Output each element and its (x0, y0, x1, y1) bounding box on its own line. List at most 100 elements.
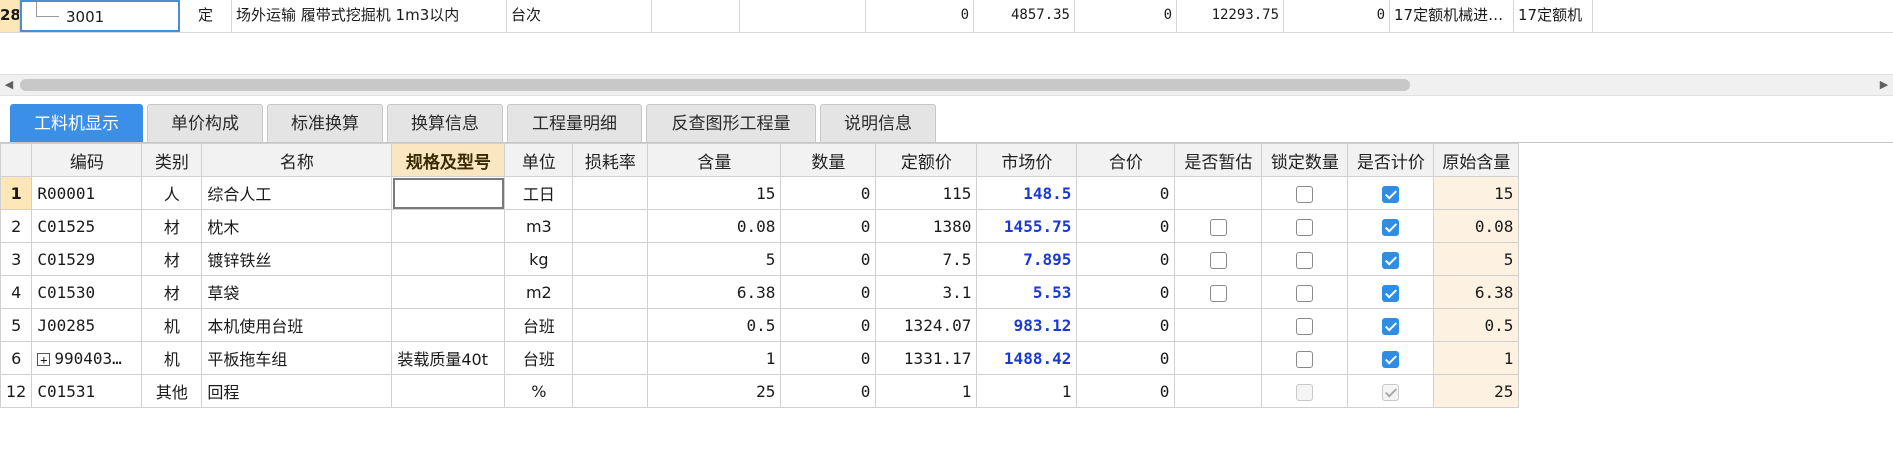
total-price-cell[interactable]: 0 (1076, 308, 1176, 342)
tab-standard-conversion[interactable]: 标准换算 (267, 104, 383, 142)
market-price-cell[interactable]: 1488.42 (976, 341, 1078, 375)
is-priced-checkbox[interactable] (1382, 284, 1400, 302)
name-cell[interactable]: 平板拖车组 (201, 341, 393, 375)
lock-quantity-checkbox[interactable] (1296, 185, 1314, 203)
category-cell[interactable]: 材 (141, 242, 203, 276)
quantity-cell[interactable]: 0 (780, 275, 877, 309)
unit-cell[interactable]: % (504, 374, 574, 408)
total-price-cell[interactable]: 0 (1076, 176, 1176, 210)
market-price-cell[interactable]: 5.53 (976, 275, 1078, 309)
content-cell[interactable]: 15 (647, 176, 782, 210)
content-cell[interactable]: 1 (647, 341, 782, 375)
spec-cell[interactable] (391, 176, 506, 210)
lock-quantity-cell[interactable] (1261, 209, 1349, 243)
blank-cell-1[interactable] (652, 0, 740, 32)
tab-description-info[interactable]: 说明信息 (820, 104, 936, 142)
content-cell[interactable]: 5 (647, 242, 782, 276)
text-cell-1[interactable]: 17定额机械进… (1390, 0, 1514, 32)
content-cell[interactable]: 6.38 (647, 275, 782, 309)
is-priced-cell[interactable] (1347, 341, 1435, 375)
value-cell-3[interactable]: 0 (1075, 0, 1177, 32)
table-row[interactable]: 12 C01531 其他 回程% 25 0 1 1 0 25 (0, 374, 1520, 408)
spec-cell[interactable]: 装载质量40t (391, 341, 506, 375)
value-cell-2[interactable]: 4857.35 (974, 0, 1075, 32)
is-priced-checkbox[interactable] (1382, 251, 1400, 269)
code-cell[interactable]: J00285 (31, 308, 143, 342)
column-header[interactable]: 合价 (1076, 143, 1176, 177)
market-price-cell[interactable]: 983.12 (976, 308, 1078, 342)
table-row[interactable]: 1 R00001 人综合人工 工日 15 0 115 148.5 0 15 (0, 176, 1520, 210)
content-cell[interactable]: 0.08 (647, 209, 782, 243)
market-price-cell[interactable]: 148.5 (976, 176, 1078, 210)
is-estimate-cell[interactable] (1174, 374, 1263, 408)
is-estimate-cell[interactable] (1174, 275, 1263, 309)
category-cell[interactable]: 材 (141, 209, 203, 243)
table-row[interactable]: 3 C01529 材镀锌铁丝 kg 5 0 7.5 7.895 0 5 (0, 242, 1520, 276)
category-cell[interactable]: 材 (141, 275, 203, 309)
name-cell[interactable]: 综合人工 (201, 176, 393, 210)
tab-conversion-info[interactable]: 换算信息 (387, 104, 503, 142)
column-header[interactable]: 含量 (647, 143, 782, 177)
original-content-cell[interactable]: 25 (1433, 374, 1520, 408)
text-cell-2[interactable]: 17定额机 (1514, 0, 1593, 32)
is-priced-checkbox[interactable] (1382, 350, 1400, 368)
name-cell[interactable]: 草袋 (201, 275, 393, 309)
market-price-cell[interactable]: 7.895 (976, 242, 1078, 276)
column-header[interactable]: 市场价 (976, 143, 1078, 177)
quota-price-cell[interactable]: 1324.07 (875, 308, 978, 342)
category-cell[interactable]: 机 (141, 341, 203, 375)
content-cell[interactable]: 0.5 (647, 308, 782, 342)
name-cell[interactable]: 镀锌铁丝 (201, 242, 393, 276)
lock-quantity-cell[interactable] (1261, 374, 1349, 408)
table-row[interactable]: 6 +990403… 机平板拖车组 装载质量40t 台班 1 0 1331.17 1488.42… (0, 341, 1520, 375)
unit-cell[interactable]: m2 (504, 275, 574, 309)
value-cell-1[interactable]: 0 (866, 0, 974, 32)
name-cell[interactable]: 本机使用台班 (201, 308, 393, 342)
quantity-cell[interactable]: 0 (780, 176, 877, 210)
type-cell[interactable]: 定 (180, 0, 232, 32)
name-cell[interactable]: 场外运输 履带式挖掘机 1m3以内 (232, 0, 507, 32)
column-header[interactable]: 锁定数量 (1261, 143, 1349, 177)
is-estimate-checkbox[interactable] (1209, 284, 1227, 302)
code-cell[interactable]: C01529 (31, 242, 143, 276)
is-estimate-cell[interactable] (1174, 242, 1263, 276)
value-cell-5[interactable]: 0 (1284, 0, 1390, 32)
table-row[interactable]: 5 J00285 机本机使用台班 台班 0.5 0 1324.07 983.12 0 0.5 (0, 308, 1520, 342)
is-priced-checkbox[interactable] (1382, 218, 1400, 236)
lock-quantity-checkbox[interactable] (1296, 251, 1314, 269)
column-header[interactable]: 是否计价 (1347, 143, 1435, 177)
is-priced-cell[interactable] (1347, 242, 1435, 276)
table-row[interactable]: 2 C01525 材枕木 m3 0.08 0 1380 1455.75 0 0.08 (0, 209, 1520, 243)
quantity-cell[interactable]: 0 (780, 308, 877, 342)
category-cell[interactable]: 其他 (141, 374, 203, 408)
tab-reverse-graphic-quantity[interactable]: 反查图形工程量 (646, 104, 816, 142)
is-estimate-cell[interactable] (1174, 308, 1263, 342)
name-cell[interactable]: 枕木 (201, 209, 393, 243)
content-cell[interactable]: 25 (647, 374, 782, 408)
spec-cell[interactable] (391, 308, 506, 342)
column-header[interactable]: 类别 (141, 143, 203, 177)
quantity-cell[interactable]: 0 (780, 341, 877, 375)
category-cell[interactable]: 人 (141, 176, 203, 210)
total-price-cell[interactable]: 0 (1076, 341, 1176, 375)
quota-price-cell[interactable]: 1 (875, 374, 978, 408)
total-price-cell[interactable]: 0 (1076, 374, 1176, 408)
column-header[interactable]: 原始含量 (1433, 143, 1520, 177)
column-header[interactable]: 数量 (780, 143, 877, 177)
is-priced-cell[interactable] (1347, 374, 1435, 408)
quantity-cell[interactable]: 0 (780, 374, 877, 408)
original-content-cell[interactable]: 0.5 (1433, 308, 1520, 342)
lock-quantity-checkbox[interactable] (1296, 218, 1314, 236)
horizontal-scrollbar[interactable]: ◀ ▶ (0, 74, 1893, 96)
original-content-cell[interactable]: 5 (1433, 242, 1520, 276)
value-cell-4[interactable]: 12293.75 (1177, 0, 1284, 32)
code-cell[interactable]: C01525 (31, 209, 143, 243)
quota-price-cell[interactable]: 3.1 (875, 275, 978, 309)
code-cell[interactable]: R00001 (31, 176, 143, 210)
loss-rate-cell[interactable] (572, 176, 649, 210)
total-price-cell[interactable]: 0 (1076, 209, 1176, 243)
quota-price-cell[interactable]: 115 (875, 176, 978, 210)
unit-cell[interactable]: 工日 (504, 176, 574, 210)
total-price-cell[interactable]: 0 (1076, 242, 1176, 276)
spec-cell[interactable] (391, 374, 506, 408)
